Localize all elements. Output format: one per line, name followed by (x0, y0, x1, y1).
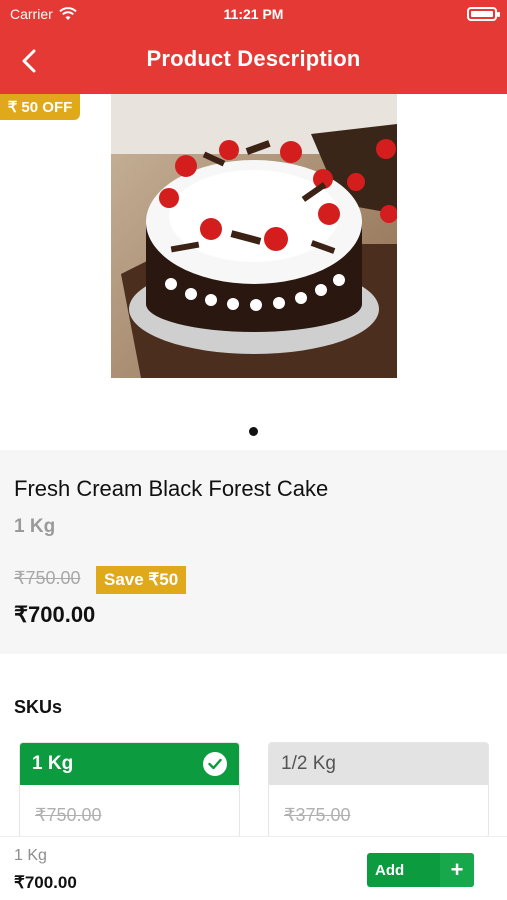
sku-label: 1/2 Kg (281, 753, 336, 774)
save-badge: Save ₹50 (96, 566, 187, 594)
page-indicator-dot[interactable] (249, 427, 258, 436)
app-header: Carrier 11:21 PM Product Description (0, 0, 507, 94)
add-button-label: Add (375, 861, 405, 879)
sku-mrp: ₹375.00 (284, 805, 351, 825)
checkmark-icon (203, 752, 227, 776)
discount-badge: ₹ 50 OFF (0, 94, 80, 120)
sku-card-header: 1 Kg (20, 743, 239, 785)
sku-card-half-kg[interactable]: 1/2 Kg ₹375.00 (268, 742, 489, 838)
status-time: 11:21 PM (223, 6, 284, 22)
page-title: Product Description (146, 46, 361, 71)
selected-price: ₹700.00 (14, 873, 77, 892)
product-image (111, 94, 397, 378)
product-weight: 1 Kg (14, 516, 56, 537)
product-info: Fresh Cream Black Forest Cake 1 Kg ₹750.… (0, 450, 507, 654)
sku-section-title: SKUs (14, 697, 63, 717)
nav-bar: Product Description (0, 28, 507, 94)
battery-icon (467, 7, 500, 21)
sku-mrp: ₹750.00 (35, 805, 102, 825)
product-image-carousel[interactable]: ₹ 50 OFF (0, 94, 507, 450)
sku-label: 1 Kg (32, 753, 74, 774)
plus-icon: + (440, 853, 474, 887)
original-price: ₹750.00 (14, 568, 81, 588)
status-bar: Carrier 11:21 PM (0, 0, 507, 28)
add-to-cart-button[interactable]: Add + (367, 853, 474, 887)
product-name: Fresh Cream Black Forest Cake (14, 476, 329, 501)
bottom-bar: 1 Kg ₹700.00 Add + (0, 836, 507, 900)
sku-card-1kg[interactable]: 1 Kg ₹750.00 (19, 742, 240, 838)
selling-price: ₹700.00 (14, 602, 96, 627)
sku-card-header: 1/2 Kg (269, 743, 488, 785)
selected-weight: 1 Kg (14, 847, 47, 864)
